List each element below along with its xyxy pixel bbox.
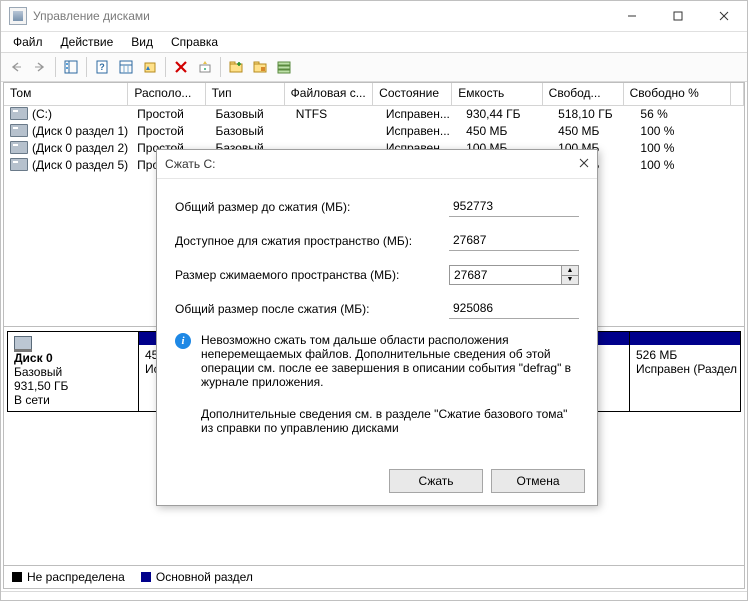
shrink-spinner[interactable]: 27687 ▲ ▼ — [449, 265, 579, 285]
info-text-1: Невозможно сжать том дальше области расп… — [201, 333, 579, 389]
shrink-dialog: Сжать C: Общий размер до сжатия (МБ): 95… — [156, 149, 598, 506]
label-shrink-amount: Размер сжимаемого пространства (МБ): — [175, 268, 449, 282]
info-block: i Невозможно сжать том дальше области ра… — [175, 333, 579, 389]
label-total-before: Общий размер до сжатия (МБ): — [175, 200, 449, 214]
main-window: Управление дисками Файл Действие Вид Спр… — [0, 0, 748, 601]
dialog-close-button[interactable] — [579, 157, 589, 171]
dialog-titlebar: Сжать C: — [157, 150, 597, 179]
label-available: Доступное для сжатия пространство (МБ): — [175, 234, 449, 248]
info-text-2: Дополнительные сведения см. в разделе "С… — [201, 407, 579, 435]
label-total-after: Общий размер после сжатия (МБ): — [175, 302, 449, 316]
cancel-button[interactable]: Отмена — [491, 469, 585, 493]
info-block-2: Дополнительные сведения см. в разделе "С… — [175, 407, 579, 435]
spinner-up[interactable]: ▲ — [562, 266, 578, 276]
value-total-after: 925086 — [449, 299, 579, 319]
dialog-mask: Сжать C: Общий размер до сжатия (МБ): 95… — [1, 1, 747, 600]
dialog-body: Общий размер до сжатия (МБ): 952773 Дост… — [157, 179, 597, 463]
shrink-input[interactable]: 27687 — [449, 265, 562, 285]
dialog-title: Сжать C: — [165, 157, 579, 171]
value-total-before: 952773 — [449, 197, 579, 217]
info-icon: i — [175, 333, 191, 349]
value-available: 27687 — [449, 231, 579, 251]
spinner-buttons: ▲ ▼ — [562, 265, 579, 285]
spinner-down[interactable]: ▼ — [562, 276, 578, 285]
dialog-footer: Сжать Отмена — [157, 463, 597, 505]
shrink-button[interactable]: Сжать — [389, 469, 483, 493]
